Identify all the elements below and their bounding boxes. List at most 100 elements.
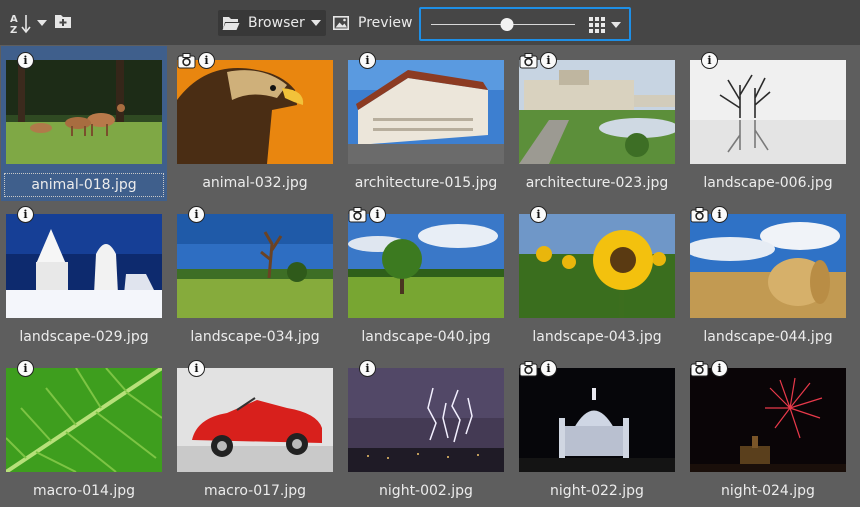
thumbnail-image[interactable] xyxy=(348,60,504,164)
folder-open-icon xyxy=(222,17,240,30)
thumbnail-filename: landscape-040.jpg xyxy=(361,329,491,345)
camera-icon xyxy=(177,52,196,69)
thumbnail-item[interactable]: i macro-014.jpg xyxy=(1,354,167,507)
thumbnail-badges: i xyxy=(177,52,215,69)
thumbnail-filename: macro-017.jpg xyxy=(203,483,307,499)
camera-icon xyxy=(690,360,709,377)
info-icon[interactable]: i xyxy=(17,206,34,223)
thumbnail-badges: i xyxy=(359,360,376,377)
thumbnail-filename: landscape-034.jpg xyxy=(190,329,320,345)
browser-dropdown[interactable] xyxy=(306,10,326,36)
thumbnail-badges: i xyxy=(530,206,547,223)
thumbnail-badges: i xyxy=(519,52,557,69)
thumbnail-item[interactable]: i landscape-043.jpg xyxy=(514,200,680,355)
camera-icon xyxy=(690,206,709,223)
svg-text:Z: Z xyxy=(10,25,17,34)
image-icon xyxy=(333,16,349,30)
camera-icon xyxy=(519,52,538,69)
info-icon[interactable]: i xyxy=(188,360,205,377)
thumbnail-image[interactable] xyxy=(519,368,675,472)
info-icon[interactable]: i xyxy=(359,52,376,69)
thumbnail-image[interactable] xyxy=(6,214,162,318)
thumbnail-image[interactable] xyxy=(690,214,846,318)
sort-az-icon: A Z xyxy=(10,12,34,36)
thumbnail-badges: i xyxy=(348,206,386,223)
preview-label: Preview xyxy=(358,15,413,31)
info-icon[interactable]: i xyxy=(530,206,547,223)
info-icon[interactable]: i xyxy=(701,52,718,69)
browser-label: Browser xyxy=(248,15,305,31)
thumbnail-badges: i xyxy=(690,360,728,377)
grid-view-icon[interactable] xyxy=(589,17,605,33)
thumbnail-badges: i xyxy=(17,52,34,69)
thumbnail-filename: animal-032.jpg xyxy=(202,175,308,191)
thumbnail-image[interactable] xyxy=(6,60,162,164)
thumbnail-badges: i xyxy=(188,360,205,377)
thumbnail-image[interactable] xyxy=(177,60,333,164)
thumbnail-image[interactable] xyxy=(177,368,333,472)
info-icon[interactable]: i xyxy=(711,360,728,377)
thumbnail-item[interactable]: i night-022.jpg xyxy=(514,354,680,507)
thumbnail-filename: night-022.jpg xyxy=(550,483,644,499)
thumbnail-filename: night-002.jpg xyxy=(379,483,473,499)
thumbnail-item[interactable]: i landscape-034.jpg xyxy=(172,200,338,355)
thumbnail-filename: landscape-029.jpg xyxy=(19,329,149,345)
info-icon[interactable]: i xyxy=(198,52,215,69)
thumbnail-badges: i xyxy=(701,52,718,69)
chevron-down-icon xyxy=(37,20,47,26)
thumbnail-filename: macro-014.jpg xyxy=(32,483,136,499)
slider-knob[interactable] xyxy=(500,18,514,31)
info-icon[interactable]: i xyxy=(369,206,386,223)
toolbar: A Z Browser Preview xyxy=(0,0,860,45)
thumbnail-item[interactable]: i architecture-023.jpg xyxy=(514,46,680,201)
thumbnail-item[interactable]: i animal-032.jpg xyxy=(172,46,338,201)
thumbnail-item[interactable]: i landscape-044.jpg xyxy=(685,200,851,355)
thumbnail-item[interactable]: i landscape-006.jpg xyxy=(685,46,851,201)
svg-text:A: A xyxy=(10,14,18,25)
thumbnail-image[interactable] xyxy=(519,60,675,164)
thumbnail-size-control xyxy=(419,7,631,41)
thumbnail-filename: landscape-044.jpg xyxy=(703,329,833,345)
thumbnail-filename: architecture-015.jpg xyxy=(354,175,498,191)
thumbnail-filename: animal-018.jpg xyxy=(4,173,164,197)
thumbnail-image[interactable] xyxy=(348,368,504,472)
thumbnail-item[interactable]: i landscape-029.jpg xyxy=(1,200,167,355)
thumbnail-item[interactable]: i architecture-015.jpg xyxy=(343,46,509,201)
info-icon[interactable]: i xyxy=(711,206,728,223)
thumbnail-item[interactable]: i landscape-040.jpg xyxy=(343,200,509,355)
info-icon[interactable]: i xyxy=(540,52,557,69)
thumbnail-badges: i xyxy=(17,360,34,377)
thumbnail-filename: landscape-043.jpg xyxy=(532,329,662,345)
thumbnail-image[interactable] xyxy=(177,214,333,318)
info-icon[interactable]: i xyxy=(188,206,205,223)
info-icon[interactable]: i xyxy=(17,360,34,377)
thumbnail-badges: i xyxy=(359,52,376,69)
thumbnail-item[interactable]: i night-024.jpg xyxy=(685,354,851,507)
add-folder-button[interactable] xyxy=(54,13,72,29)
thumbnail-grid: i animal-018.jpg i animal-032.jpg i architect… xyxy=(0,45,860,507)
browser-button[interactable]: Browser xyxy=(218,10,326,36)
camera-icon xyxy=(348,206,367,223)
sort-button[interactable]: A Z xyxy=(10,12,47,36)
chevron-down-icon xyxy=(311,20,321,26)
camera-icon xyxy=(519,360,538,377)
thumbnail-item[interactable]: i macro-017.jpg xyxy=(172,354,338,507)
thumbnail-item[interactable]: i animal-018.jpg xyxy=(1,46,167,201)
info-icon[interactable]: i xyxy=(17,52,34,69)
thumbnail-badges: i xyxy=(17,206,34,223)
thumbnail-image[interactable] xyxy=(6,368,162,472)
chevron-down-icon[interactable] xyxy=(611,22,621,28)
thumbnail-image[interactable] xyxy=(519,214,675,318)
thumbnail-badges: i xyxy=(188,206,205,223)
thumbnail-badges: i xyxy=(519,360,557,377)
thumbnail-image[interactable] xyxy=(690,60,846,164)
thumbnail-filename: landscape-006.jpg xyxy=(703,175,833,191)
thumbnail-size-slider[interactable] xyxy=(431,18,575,31)
thumbnail-filename: night-024.jpg xyxy=(721,483,815,499)
info-icon[interactable]: i xyxy=(359,360,376,377)
thumbnail-image[interactable] xyxy=(690,368,846,472)
thumbnail-item[interactable]: i night-002.jpg xyxy=(343,354,509,507)
info-icon[interactable]: i xyxy=(540,360,557,377)
thumbnail-image[interactable] xyxy=(348,214,504,318)
preview-button[interactable]: Preview xyxy=(333,10,413,36)
